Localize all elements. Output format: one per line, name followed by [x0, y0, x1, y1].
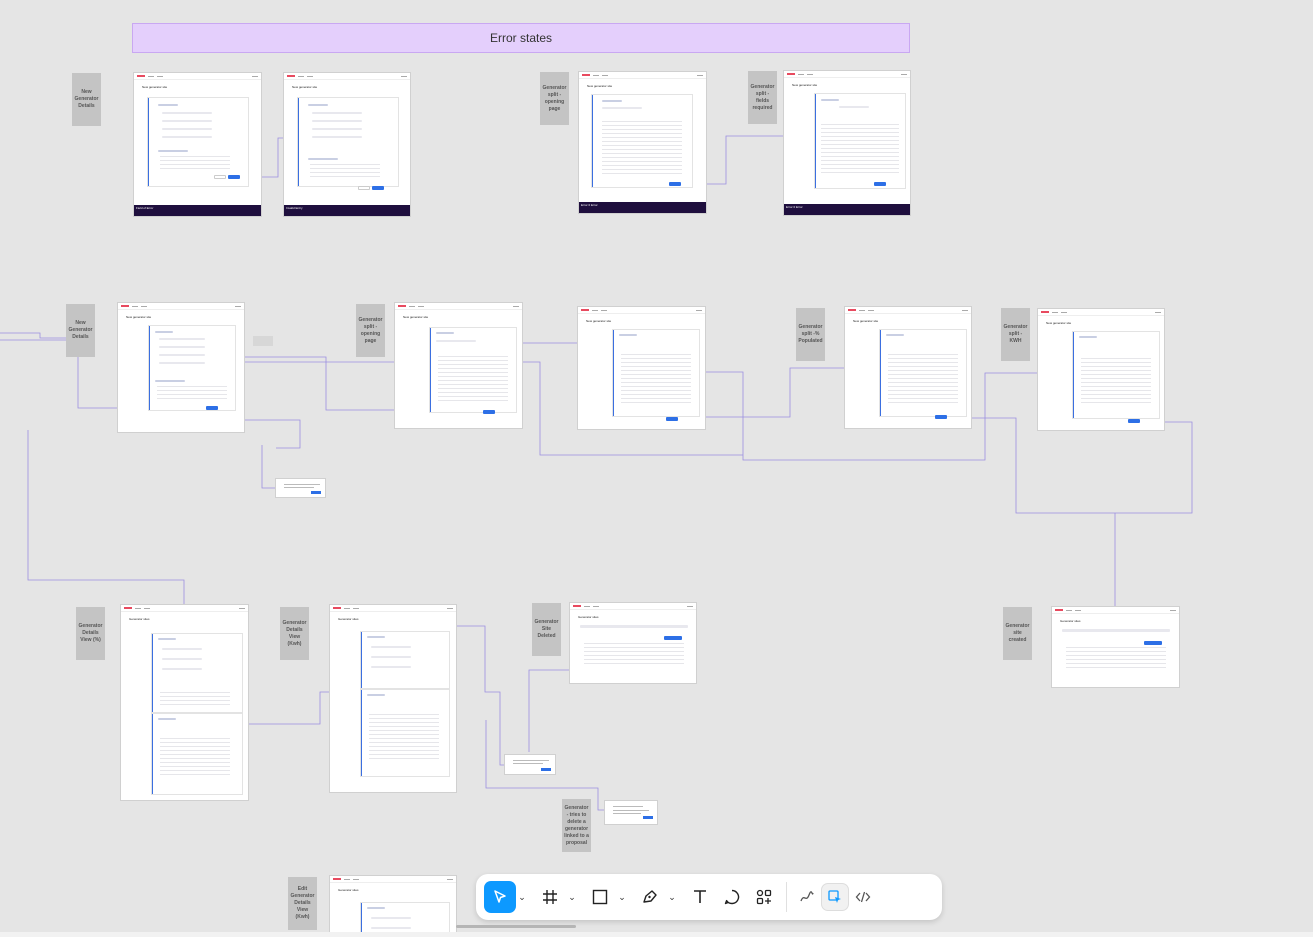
confirm-button[interactable] — [311, 491, 321, 494]
error-footer: Invalid Entry — [284, 205, 410, 216]
frame-split-kwh[interactable]: New generator site — [1037, 308, 1165, 431]
hint-sticker — [253, 336, 273, 346]
frame-new-generator-error[interactable]: New generator site Field of Error — [133, 72, 262, 217]
chevron-down-icon[interactable]: ⌄ — [616, 892, 628, 903]
save-button[interactable] — [483, 410, 495, 414]
chevron-down-icon[interactable]: ⌄ — [516, 892, 528, 903]
cannot-delete-popup[interactable] — [604, 800, 658, 825]
cancel-button[interactable] — [358, 186, 370, 190]
frame-details-view-percent[interactable]: Generator sites — [120, 604, 249, 801]
rectangle-tool-button[interactable] — [584, 881, 616, 913]
add-generator-button[interactable] — [1144, 641, 1162, 645]
cursor-icon — [494, 890, 506, 903]
note-split-percent-populated[interactable]: Generator split -% Populated — [796, 308, 825, 361]
save-button[interactable] — [669, 182, 681, 186]
text-tool-button[interactable] — [684, 881, 716, 913]
save-button[interactable] — [1128, 419, 1140, 423]
form-card — [147, 97, 249, 187]
pen-tool-button[interactable] — [634, 881, 666, 913]
frame-site-deleted[interactable]: Generator sites — [569, 602, 697, 684]
frame-split-opening[interactable]: New generator site — [394, 302, 523, 429]
chevron-down-icon[interactable]: ⌄ — [566, 892, 578, 903]
save-button[interactable] — [874, 182, 886, 186]
note-new-generator-details-2[interactable]: New Generator Details — [66, 304, 95, 357]
frame-topbar — [134, 73, 261, 80]
note-site-created[interactable]: Generator site created — [1003, 607, 1032, 660]
canvas-bottom-strip — [0, 932, 1313, 937]
bottom-toolbar: ⌄ ⌄ ⌄ ⌄ — [476, 874, 942, 920]
add-generator-button[interactable] — [664, 636, 682, 640]
draw-mode-button[interactable] — [793, 883, 821, 911]
chevron-down-icon[interactable]: ⌄ — [666, 892, 678, 903]
note-details-view-percent[interactable]: Generator Details View (%) — [76, 607, 105, 660]
move-tool-button[interactable] — [484, 881, 516, 913]
note-generator-split-fields-required[interactable]: Generator split -fields required — [748, 71, 777, 124]
frame-new-generator-error-2[interactable]: New generator site Invalid Entry — [283, 72, 411, 217]
frame-split-percent[interactable]: New generator site — [844, 306, 972, 429]
draw-icon — [800, 891, 814, 902]
rectangle-icon — [592, 889, 608, 905]
frame-new-generator[interactable]: New generator site — [117, 302, 245, 433]
frame-split-fields-required[interactable]: New generator site Error 0 Error — [783, 70, 911, 216]
design-mode-button[interactable] — [821, 883, 849, 911]
frame-tool-button[interactable] — [534, 881, 566, 913]
frame-icon — [543, 890, 557, 904]
logo — [137, 75, 145, 77]
cancel-button[interactable] — [214, 175, 226, 179]
frame-title: New generator site — [142, 85, 168, 89]
dev-mode-button[interactable] — [849, 883, 877, 911]
actions-tool-button[interactable] — [748, 881, 780, 913]
code-icon — [855, 891, 871, 903]
toolbar-divider — [786, 882, 787, 912]
note-edit-generator-details-kwh[interactable]: Edit Generator Details View (Kwh) — [288, 877, 317, 930]
ok-button[interactable] — [643, 816, 653, 819]
frame-split-opening-error[interactable]: New generator site Error 0 Error — [578, 71, 707, 214]
frame-details-view-kwh[interactable]: Generator sites — [329, 604, 457, 793]
next-button[interactable] — [206, 406, 218, 410]
note-generator-split-opening[interactable]: Generator split - opening page — [540, 72, 569, 125]
note-generator-split-opening-2[interactable]: Generator split - opening page — [356, 304, 385, 357]
pen-icon — [643, 890, 657, 903]
note-split-kwh[interactable]: Generator split -KWH — [1001, 308, 1030, 361]
note-new-generator-details[interactable]: New Generator Details — [72, 73, 101, 126]
banner-title: Error states — [489, 31, 552, 45]
design-icon — [828, 890, 841, 903]
confirm-button[interactable] — [541, 768, 551, 771]
comment-tool-button[interactable] — [716, 881, 748, 913]
save-button[interactable] — [935, 415, 947, 419]
note-site-deleted[interactable]: Generator Site Deleted — [532, 603, 561, 656]
text-icon — [694, 890, 706, 903]
section-banner-error-states[interactable]: Error states — [132, 23, 910, 53]
frame-site-created[interactable]: Generator sites — [1051, 606, 1180, 688]
frame-edit-generator-details[interactable]: Generator sites — [329, 875, 457, 935]
save-button[interactable] — [666, 417, 678, 421]
actions-icon — [756, 889, 772, 905]
frame-split-selection[interactable]: New generator site — [577, 306, 706, 430]
delete-confirm-popup[interactable] — [504, 754, 556, 775]
save-button[interactable] — [228, 175, 240, 179]
note-delete-linked-generator[interactable]: Generator - tries to delete a generator … — [562, 799, 591, 852]
note-details-view-kwh[interactable]: Generator Details View (Kwh) — [280, 607, 309, 660]
error-footer: Field of Error — [134, 205, 261, 216]
unsaved-changes-popup[interactable] — [275, 478, 326, 498]
save-button[interactable] — [372, 186, 384, 190]
horizontal-scrollbar[interactable] — [456, 925, 576, 928]
comment-icon — [724, 889, 740, 905]
